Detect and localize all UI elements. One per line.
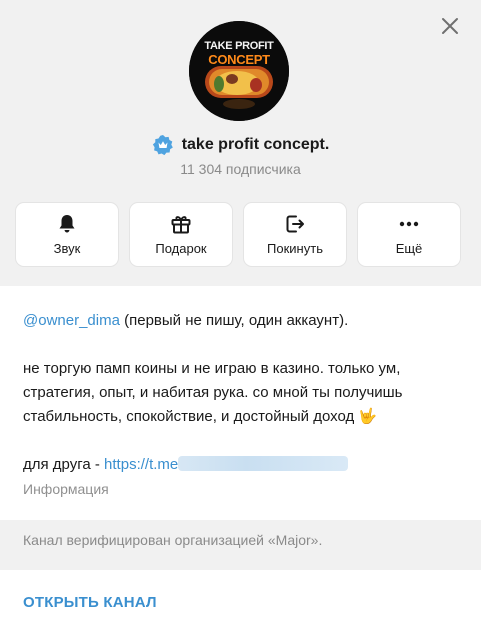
avatar-text-line2: CONCEPT [208, 52, 270, 67]
friend-link-line: для друга - https://t.me [23, 453, 463, 477]
open-channel-button[interactable]: ОТКРЫТЬ КАНАЛ [23, 594, 157, 611]
owner-line: @owner_dima (первый не пишу, один аккаун… [23, 309, 463, 333]
rock-hand-emoji: 🤟 [358, 408, 378, 425]
more-button[interactable]: Ещё [358, 203, 460, 266]
leave-label: Покинуть [267, 241, 323, 256]
about-section: @owner_dima (первый не пишу, один аккаун… [0, 286, 481, 520]
bell-icon [59, 215, 75, 233]
subscriber-count: 11 304 подписчика [180, 161, 301, 177]
owner-note: (первый не пишу, один аккаунт). [119, 312, 349, 329]
leave-icon [286, 215, 304, 233]
more-icon [399, 221, 419, 227]
avatar-text-line1: TAKE PROFIT [204, 40, 274, 52]
channel-header: TAKE PROFIT CONCEPT take profit concept.… [0, 0, 481, 286]
sound-label: Звук [53, 241, 81, 256]
info-label: Информация [23, 481, 109, 497]
verification-note: Канал верифицирован организацией «Major»… [23, 532, 323, 548]
more-label: Ещё [395, 241, 423, 256]
gift-label: Подарок [155, 241, 207, 256]
verification-band: Канал верифицирован организацией «Major»… [0, 520, 481, 570]
description-text: не торгую памп коины и не играю в казино… [23, 357, 463, 429]
channel-name: take profit concept. [181, 136, 330, 153]
friend-prefix: для друга - [23, 456, 105, 473]
blurred-link-remainder [178, 456, 349, 471]
title-row: take profit concept. [0, 132, 481, 158]
verified-badge-icon [152, 135, 173, 156]
gift-button[interactable]: Подарок [130, 203, 232, 266]
avatar[interactable]: TAKE PROFIT CONCEPT [189, 21, 289, 121]
owner-mention-link[interactable]: @owner_dima [23, 312, 120, 329]
close-icon [442, 18, 458, 34]
friend-link[interactable]: https://t.me [104, 456, 178, 473]
avatar-artwork [189, 21, 289, 121]
leave-button[interactable]: Покинуть [244, 203, 346, 266]
sound-button[interactable]: Звук [16, 203, 118, 266]
close-button[interactable] [436, 12, 464, 40]
gift-icon [171, 216, 191, 234]
description-body: не торгую памп коины и не играю в казино… [23, 360, 403, 425]
